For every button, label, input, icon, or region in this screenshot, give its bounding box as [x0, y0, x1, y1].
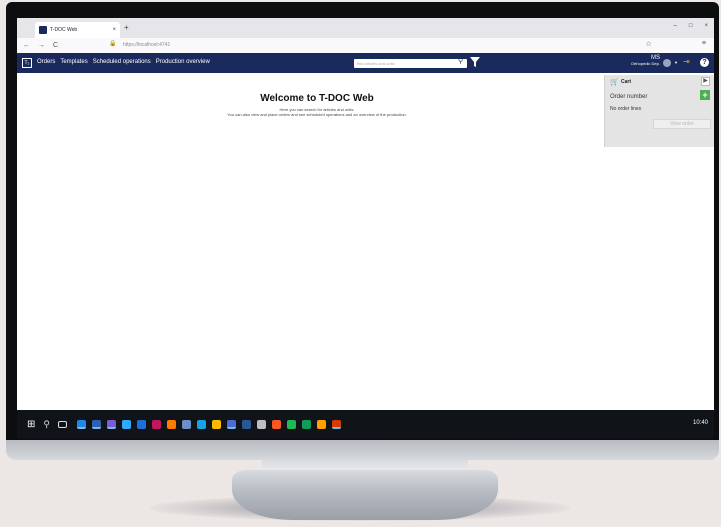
browser-nav-bar: ← → C [17, 38, 714, 53]
user-department: Orthopedic Dep. [630, 61, 660, 66]
taskbar-app-icon[interactable] [241, 419, 251, 429]
taskbar-app-icon[interactable] [121, 419, 131, 429]
tab-title: T-DOC Web [50, 27, 78, 33]
help-icon[interactable]: ? [700, 58, 709, 67]
windows-taskbar: ⊞ ⚲ 10:40 [17, 410, 714, 438]
minimize-button[interactable]: – [674, 23, 677, 29]
tab-close-icon[interactable]: × [112, 27, 116, 33]
user-info: MS Orthopedic Dep. [620, 55, 660, 66]
browser-toolbar-right: ☆ ≡ [646, 40, 706, 48]
taskbar-app-icon[interactable] [136, 419, 146, 429]
menu-item-orders[interactable]: Orders [37, 59, 55, 65]
browser-tab-bar: T-DOC Web × + – □ × [17, 18, 714, 38]
tdoc-logo[interactable]: T₂ [22, 58, 32, 68]
chevron-down-icon[interactable]: ▼ [674, 60, 678, 65]
user-avatar-icon[interactable] [663, 59, 671, 67]
menu-item-production-overview[interactable]: Production overview [156, 59, 210, 65]
close-window-button[interactable]: × [704, 23, 708, 29]
taskbar-app-icon[interactable] [301, 419, 311, 429]
reload-button[interactable]: C [53, 42, 58, 49]
add-order-button[interactable]: + [700, 90, 710, 100]
taskbar-app-icon[interactable] [211, 419, 221, 429]
cart-panel: 🛒 Cart ▶ Order number + No order lines V… [604, 75, 714, 147]
taskbar-app-icon[interactable] [151, 419, 161, 429]
filter-icon[interactable] [470, 57, 480, 67]
taskbar-app-icon[interactable] [166, 419, 176, 429]
monitor-chin [6, 440, 719, 460]
order-number-label: Order number [610, 94, 648, 100]
logout-icon[interactable]: ⇥ [683, 57, 690, 66]
taskbar-app-icon[interactable] [106, 419, 116, 429]
menu-item-templates[interactable]: Templates [60, 59, 87, 65]
app-header: T₂ Orders Templates Scheduled operations… [17, 53, 714, 73]
taskbar-app-icon[interactable] [196, 419, 206, 429]
view-order-button[interactable]: View order [653, 119, 711, 129]
taskbar-app-icon[interactable] [76, 419, 86, 429]
browser-tab[interactable]: T-DOC Web × [35, 22, 120, 38]
taskbar-app-icon[interactable] [91, 419, 101, 429]
back-button[interactable]: ← [23, 42, 30, 49]
task-view-icon[interactable] [57, 420, 67, 428]
search-icon[interactable]: ⚲ [458, 57, 463, 65]
menu-item-scheduled-operations[interactable]: Scheduled operations [93, 59, 151, 65]
page-title: Welcome to T-DOC Web [260, 93, 374, 104]
lock-icon: 🔒 [109, 41, 117, 47]
tdoc-favicon-icon [39, 26, 47, 34]
taskbar-app-icon[interactable] [256, 419, 266, 429]
bookmark-star-icon[interactable]: ☆ [646, 40, 652, 48]
taskbar-app-icon[interactable] [331, 419, 341, 429]
monitor-screen: T-DOC Web × + – □ × ← → C 🔒 https://loca… [17, 18, 714, 438]
taskbar-app-icon[interactable] [181, 419, 191, 429]
no-order-lines-text: No order lines [610, 106, 642, 112]
taskbar-clock[interactable]: 10:40 [693, 420, 708, 426]
taskbar-app-icon[interactable] [271, 419, 281, 429]
windows-start-icon[interactable]: ⊞ [27, 419, 35, 430]
window-controls: – □ × [674, 23, 708, 29]
taskbar-app-icon[interactable] [286, 419, 296, 429]
browser-menu-icon[interactable]: ≡ [702, 40, 706, 48]
taskbar-app-icon[interactable] [226, 419, 236, 429]
welcome-description: You can also view and place orders and s… [227, 112, 407, 117]
cart-title: Cart [621, 79, 632, 85]
monitor-stand-base [232, 470, 498, 520]
cart-toggle-button[interactable]: ▶ [701, 77, 710, 86]
forward-button[interactable]: → [38, 42, 45, 49]
taskbar-search-icon[interactable]: ⚲ [43, 419, 50, 430]
cart-icon: 🛒 [610, 79, 619, 86]
taskbar-app-icon[interactable] [316, 419, 326, 429]
search-input[interactable]: find articles and units [354, 59, 467, 68]
maximize-button[interactable]: □ [689, 23, 693, 29]
url-bar[interactable]: https://localhost:4741 [123, 42, 170, 48]
new-tab-button[interactable]: + [124, 23, 129, 32]
main-menu: Orders Templates Scheduled operations Pr… [37, 59, 210, 65]
